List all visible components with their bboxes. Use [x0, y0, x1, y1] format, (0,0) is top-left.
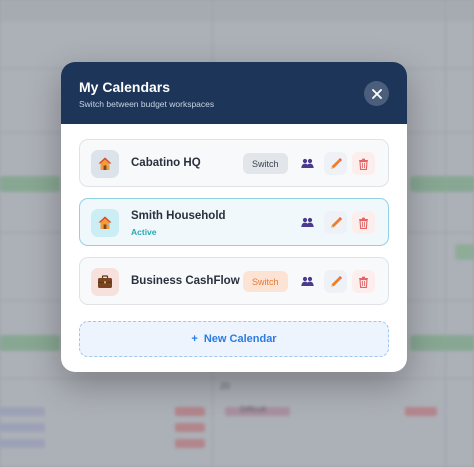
calendar-item-smith-household[interactable]: Smith Household Active: [79, 198, 389, 246]
share-members-button[interactable]: [296, 270, 319, 293]
briefcase-icon: [91, 268, 119, 296]
calendar-item-cabatino-hq[interactable]: Cabatino HQ Switch: [79, 139, 389, 187]
close-icon: [371, 88, 382, 99]
new-calendar-button[interactable]: + New Calendar: [79, 321, 389, 357]
edit-button[interactable]: [324, 270, 347, 293]
modal-title: My Calendars: [79, 79, 171, 95]
edit-button[interactable]: [324, 152, 347, 175]
modal-subtitle: Switch between budget workspaces: [79, 99, 215, 109]
users-icon: [301, 158, 314, 168]
pencil-icon: [330, 157, 342, 169]
delete-button[interactable]: [352, 211, 375, 234]
house-icon: [91, 209, 119, 237]
delete-button[interactable]: [352, 152, 375, 175]
calendar-item-business-cashflow[interactable]: Business CashFlow Switch: [79, 257, 389, 305]
edit-button[interactable]: [324, 211, 347, 234]
trash-icon: [359, 158, 368, 170]
pencil-icon: [330, 275, 342, 287]
calendar-name: Business CashFlow: [131, 275, 240, 287]
users-icon: [301, 217, 314, 227]
delete-button[interactable]: [352, 270, 375, 293]
switch-button[interactable]: Switch: [243, 153, 288, 174]
modal-header: My Calendars Switch between budget works…: [61, 62, 407, 124]
calendars-modal: My Calendars Switch between budget works…: [61, 62, 407, 372]
active-status-label: Active: [131, 227, 157, 237]
house-icon: [91, 150, 119, 178]
close-button[interactable]: [364, 81, 389, 106]
pencil-icon: [330, 216, 342, 228]
users-icon: [301, 276, 314, 286]
calendar-name: Cabatino HQ: [131, 157, 201, 169]
trash-icon: [359, 276, 368, 288]
calendar-list: Cabatino HQ Switch Smith Household Activ…: [79, 139, 389, 316]
share-members-button[interactable]: [296, 211, 319, 234]
new-calendar-label: New Calendar: [203, 333, 277, 345]
share-members-button[interactable]: [296, 152, 319, 175]
calendar-name: Smith Household: [131, 210, 226, 222]
plus-icon: +: [191, 333, 198, 345]
trash-icon: [359, 217, 368, 229]
switch-button[interactable]: Switch: [243, 271, 288, 292]
